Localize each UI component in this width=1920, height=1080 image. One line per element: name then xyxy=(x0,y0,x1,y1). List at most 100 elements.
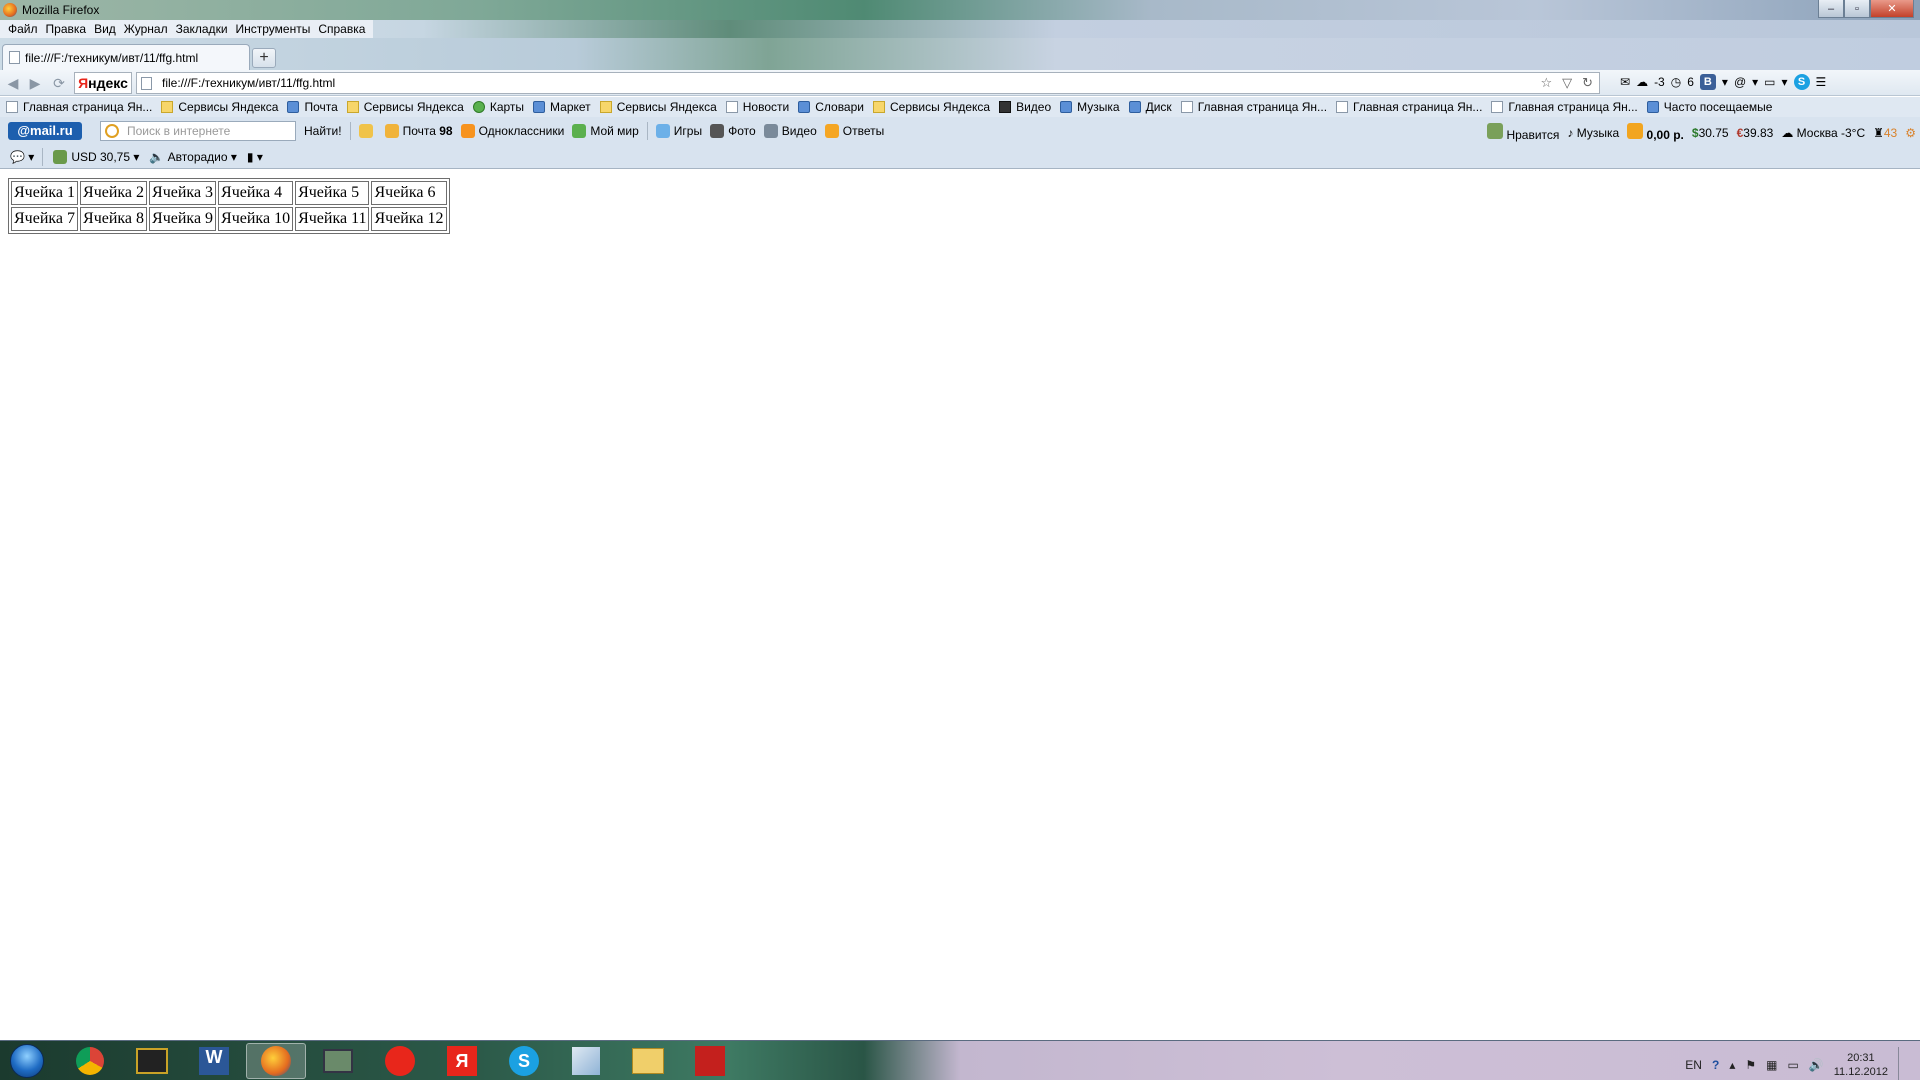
tray-expand-icon[interactable]: ▴ xyxy=(1729,1058,1735,1072)
bookmark-item[interactable]: Диск xyxy=(1128,100,1172,114)
mailru-logo[interactable]: @mail.ru xyxy=(8,122,82,140)
mail-icon[interactable]: ✉ xyxy=(1620,75,1630,89)
bookmark-item[interactable]: Почта xyxy=(287,100,338,114)
video-button[interactable]: Видео xyxy=(763,124,817,138)
settings-icon[interactable]: ⚙ xyxy=(1905,126,1916,140)
page-icon xyxy=(1491,101,1504,113)
dropdown-icon[interactable]: ▽ xyxy=(1562,75,1572,91)
bookmark-item[interactable]: Новости xyxy=(725,100,789,114)
reload-icon[interactable]: ↻ xyxy=(1582,75,1593,91)
show-desktop-button[interactable] xyxy=(1898,1047,1910,1080)
url-input[interactable]: file:///F:/техникум/ивт/11/ffg.html xyxy=(162,76,335,90)
menu-help[interactable]: Справка xyxy=(314,22,369,36)
url-bar[interactable]: file:///F:/техникум/ивт/11/ffg.html ☆ ▽ … xyxy=(136,72,1600,94)
counter-icon[interactable]: ◷ xyxy=(1671,75,1681,89)
bookmark-item[interactable]: Карты xyxy=(472,100,524,114)
games-button[interactable]: Игры xyxy=(655,124,702,138)
menu-view[interactable]: Вид xyxy=(90,22,120,36)
table-cell: Ячейка 5 xyxy=(295,181,370,205)
taskbar-skype[interactable]: S xyxy=(494,1043,554,1079)
signal-widget[interactable]: ▮ ▾ xyxy=(247,150,263,164)
odnoklassniki-button[interactable]: Одноклассники xyxy=(460,124,564,138)
chevron-down-icon[interactable]: ▾ xyxy=(1782,75,1788,89)
search-input[interactable]: Поиск в интернете xyxy=(100,121,296,141)
menu-file[interactable]: Файл xyxy=(4,22,42,36)
vk-icon[interactable]: В xyxy=(1699,74,1716,90)
bookmark-item[interactable]: Музыка xyxy=(1060,100,1120,114)
menu-edit[interactable]: Правка xyxy=(42,22,91,36)
photo-button[interactable]: Фото xyxy=(710,124,756,138)
start-button[interactable] xyxy=(2,1042,52,1080)
balance[interactable]: 0,00 р. xyxy=(1627,123,1684,142)
taskbar-computer[interactable] xyxy=(308,1043,368,1079)
menu-bookmarks[interactable]: Закладки xyxy=(172,22,232,36)
new-tab-button[interactable]: + xyxy=(252,48,276,68)
video-icon xyxy=(763,124,778,138)
tab-ffg[interactable]: file:///F:/техникум/ивт/11/ffg.html xyxy=(2,44,250,70)
menu-history[interactable]: Журнал xyxy=(120,22,172,36)
panel-icon[interactable]: ▭ xyxy=(1764,75,1775,89)
myworld-button[interactable]: Мой мир xyxy=(572,124,639,138)
maximize-button[interactable]: ▫ xyxy=(1844,0,1870,18)
menu-icon[interactable]: ☰ xyxy=(1816,75,1827,89)
minimize-button[interactable]: – xyxy=(1818,0,1844,18)
reload-history-icon[interactable]: ⟳ xyxy=(50,74,68,92)
taskbar-yandex[interactable]: Я xyxy=(432,1043,492,1079)
volume-icon[interactable]: 🔊 xyxy=(1809,1058,1824,1072)
taskbar-pdf[interactable] xyxy=(680,1043,740,1079)
weather-icon[interactable]: ☁ xyxy=(1636,75,1648,89)
music-button[interactable]: ♪ Музыка xyxy=(1567,126,1619,140)
taskbar-yandex-browser[interactable] xyxy=(370,1043,430,1079)
bookmark-item[interactable]: Сервисы Яндекса xyxy=(161,100,278,114)
bookmark-item[interactable]: Часто посещаемые xyxy=(1646,100,1772,114)
taskbar-word[interactable]: W xyxy=(184,1043,244,1079)
skype-icon[interactable]: S xyxy=(1793,74,1810,90)
bookmark-item[interactable]: Главная страница Ян... xyxy=(1336,100,1482,114)
yandex-button[interactable]: Яндекс xyxy=(74,72,132,94)
clock[interactable]: 20:31 11.12.2012 xyxy=(1834,1051,1888,1079)
pencil-button[interactable] xyxy=(358,124,377,138)
like-button[interactable]: Нравится xyxy=(1487,123,1559,142)
language-indicator[interactable]: EN xyxy=(1685,1058,1702,1072)
usd-rate[interactable]: $30.75 xyxy=(1692,126,1729,140)
bookmark-item[interactable]: Маркет xyxy=(533,100,591,114)
help-icon[interactable]: ? xyxy=(1712,1058,1719,1072)
bookmark-item[interactable]: Главная страница Ян... xyxy=(1180,100,1327,114)
chevron-down-icon[interactable]: ▾ xyxy=(1722,75,1728,89)
taskbar-firefox[interactable] xyxy=(246,1043,306,1079)
chat-button[interactable]: 💬 ▾ xyxy=(10,150,34,164)
bookmark-item[interactable]: Главная страница Ян... xyxy=(6,100,152,114)
table-row: Ячейка 1 Ячейка 2 Ячейка 3 Ячейка 4 Ячейка 5… xyxy=(11,181,447,205)
cells-table: Ячейка 1 Ячейка 2 Ячейка 3 Ячейка 4 Ячейка 5… xyxy=(8,178,450,234)
star-icon[interactable]: ☆ xyxy=(1540,75,1552,91)
answers-button[interactable]: Ответы xyxy=(824,124,884,138)
bookmark-item[interactable]: Главная страница Ян... xyxy=(1491,100,1638,114)
back-icon[interactable]: ◀ xyxy=(4,74,22,92)
radio-widget[interactable]: 🔈 Авторадио ▾ xyxy=(149,150,237,164)
bookmark-item[interactable]: Сервисы Яндекса xyxy=(599,100,717,114)
monitor-icon[interactable]: ▭ xyxy=(1787,1058,1798,1072)
menu-tools[interactable]: Инструменты xyxy=(232,22,315,36)
weather-button[interactable]: ☁ Москва -3°С xyxy=(1781,126,1865,140)
taskbar-notes[interactable] xyxy=(556,1043,616,1079)
bookmark-item[interactable]: Видео xyxy=(999,100,1051,114)
network-icon[interactable]: ▦ xyxy=(1766,1058,1777,1072)
taskbar-terminal[interactable] xyxy=(122,1043,182,1079)
forward-icon[interactable]: ▶ xyxy=(26,74,44,92)
bell-icon: ♜ xyxy=(1873,125,1884,140)
bookmark-item[interactable]: Сервисы Яндекса xyxy=(873,100,990,114)
taskbar-explorer[interactable] xyxy=(618,1043,678,1079)
find-button[interactable]: Найти! xyxy=(304,124,342,138)
at-icon[interactable]: @ xyxy=(1734,75,1746,89)
chevron-down-icon[interactable]: ▾ xyxy=(1752,75,1758,89)
bookmark-item[interactable]: Сервисы Яндекса xyxy=(346,100,464,114)
flag-icon[interactable]: ⚑ xyxy=(1745,1058,1756,1072)
window-title-bar[interactable]: Mozilla Firefox – ▫ ✕ xyxy=(0,0,1920,20)
notifications-button[interactable]: ♜43 xyxy=(1873,126,1897,140)
bookmark-item[interactable]: Словари xyxy=(798,100,864,114)
close-button[interactable]: ✕ xyxy=(1870,0,1914,18)
eur-rate[interactable]: €39.83 xyxy=(1737,126,1774,140)
taskbar-chrome[interactable] xyxy=(60,1043,120,1079)
mail-button[interactable]: Почта 98 xyxy=(384,124,453,138)
currency-widget[interactable]: USD 30,75 ▾ xyxy=(53,149,139,164)
